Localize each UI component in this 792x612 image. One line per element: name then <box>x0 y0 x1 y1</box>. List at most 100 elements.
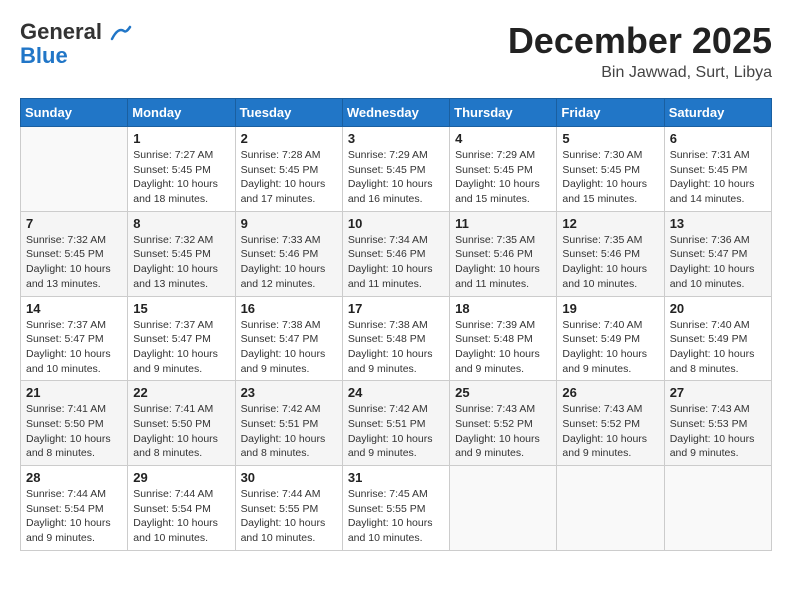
day-info: Sunrise: 7:40 AM Sunset: 5:49 PM Dayligh… <box>562 318 658 377</box>
title-block: December 2025 Bin Jawwad, Surt, Libya <box>508 20 772 82</box>
day-info: Sunrise: 7:42 AM Sunset: 5:51 PM Dayligh… <box>348 402 444 461</box>
day-info: Sunrise: 7:43 AM Sunset: 5:52 PM Dayligh… <box>562 402 658 461</box>
col-header-friday: Friday <box>557 99 664 127</box>
day-number: 17 <box>348 301 444 316</box>
day-info: Sunrise: 7:34 AM Sunset: 5:46 PM Dayligh… <box>348 233 444 292</box>
calendar-cell: 2Sunrise: 7:28 AM Sunset: 5:45 PM Daylig… <box>235 127 342 212</box>
day-number: 16 <box>241 301 337 316</box>
calendar-cell: 9 Sunrise: 7:33 AM Sunset: 5:46 PM Daylig… <box>235 211 342 296</box>
col-header-wednesday: Wednesday <box>342 99 449 127</box>
day-info: Sunrise: 7:31 AM Sunset: 5:45 PM Dayligh… <box>670 148 766 207</box>
logo-bird-icon <box>110 25 132 41</box>
calendar-cell: 30 Sunrise: 7:44 AM Sunset: 5:55 PM Dayli… <box>235 466 342 551</box>
calendar-cell: 20 Sunrise: 7:40 AM Sunset: 5:49 PM Dayli… <box>664 296 771 381</box>
calendar-cell: 16 Sunrise: 7:38 AM Sunset: 5:47 PM Dayli… <box>235 296 342 381</box>
day-info: Sunrise: 7:43 AM Sunset: 5:52 PM Dayligh… <box>455 402 551 461</box>
logo: General Blue <box>20 20 132 68</box>
calendar-cell: 25 Sunrise: 7:43 AM Sunset: 5:52 PM Dayli… <box>450 381 557 466</box>
calendar-week-row: 21 Sunrise: 7:41 AM Sunset: 5:50 PM Dayli… <box>21 381 772 466</box>
day-info: Sunrise: 7:36 AM Sunset: 5:47 PM Dayligh… <box>670 233 766 292</box>
day-number: 24 <box>348 385 444 400</box>
calendar-cell: 15 Sunrise: 7:37 AM Sunset: 5:47 PM Dayli… <box>128 296 235 381</box>
day-info: Sunrise: 7:44 AM Sunset: 5:54 PM Dayligh… <box>26 487 122 546</box>
calendar-cell: 29 Sunrise: 7:44 AM Sunset: 5:54 PM Dayli… <box>128 466 235 551</box>
day-number: 18 <box>455 301 551 316</box>
day-number: 1 <box>133 131 229 146</box>
day-info: Sunrise: 7:43 AM Sunset: 5:53 PM Dayligh… <box>670 402 766 461</box>
day-number: 22 <box>133 385 229 400</box>
calendar-week-row: 1 Sunrise: 7:27 AM Sunset: 5:45 PM Daylig… <box>21 127 772 212</box>
calendar-cell: 13 Sunrise: 7:36 AM Sunset: 5:47 PM Dayli… <box>664 211 771 296</box>
calendar-cell: 23 Sunrise: 7:42 AM Sunset: 5:51 PM Dayli… <box>235 381 342 466</box>
day-number: 7 <box>26 216 122 231</box>
day-info: Sunrise: 7:42 AM Sunset: 5:51 PM Dayligh… <box>241 402 337 461</box>
calendar-cell: 6 Sunrise: 7:31 AM Sunset: 5:45 PM Daylig… <box>664 127 771 212</box>
day-number: 30 <box>241 470 337 485</box>
day-number: 26 <box>562 385 658 400</box>
col-header-saturday: Saturday <box>664 99 771 127</box>
day-number: 29 <box>133 470 229 485</box>
day-number: 25 <box>455 385 551 400</box>
day-number: 5 <box>562 131 658 146</box>
calendar-cell: 21 Sunrise: 7:41 AM Sunset: 5:50 PM Dayli… <box>21 381 128 466</box>
day-info: Sunrise: 7:40 AM Sunset: 5:49 PM Dayligh… <box>670 318 766 377</box>
calendar-cell: 19Sunrise: 7:40 AM Sunset: 5:49 PM Dayli… <box>557 296 664 381</box>
day-info: Sunrise: 7:44 AM Sunset: 5:54 PM Dayligh… <box>133 487 229 546</box>
calendar-cell: 7 Sunrise: 7:32 AM Sunset: 5:45 PM Daylig… <box>21 211 128 296</box>
calendar-cell: 10 Sunrise: 7:34 AM Sunset: 5:46 PM Dayli… <box>342 211 449 296</box>
day-info: Sunrise: 7:29 AM Sunset: 5:45 PM Dayligh… <box>455 148 551 207</box>
day-number: 3 <box>348 131 444 146</box>
day-number: 12 <box>562 216 658 231</box>
logo-general: General <box>20 19 102 44</box>
calendar-cell: 5Sunrise: 7:30 AM Sunset: 5:45 PM Daylig… <box>557 127 664 212</box>
col-header-tuesday: Tuesday <box>235 99 342 127</box>
day-number: 13 <box>670 216 766 231</box>
month-title: December 2025 <box>508 20 772 62</box>
logo-blue: Blue <box>20 44 132 68</box>
calendar-cell <box>21 127 128 212</box>
day-number: 21 <box>26 385 122 400</box>
day-info: Sunrise: 7:27 AM Sunset: 5:45 PM Dayligh… <box>133 148 229 207</box>
calendar-cell: 28 Sunrise: 7:44 AM Sunset: 5:54 PM Dayli… <box>21 466 128 551</box>
day-number: 6 <box>670 131 766 146</box>
calendar-header-row: SundayMondayTuesdayWednesdayThursdayFrid… <box>21 99 772 127</box>
col-header-monday: Monday <box>128 99 235 127</box>
day-number: 31 <box>348 470 444 485</box>
day-number: 4 <box>455 131 551 146</box>
day-info: Sunrise: 7:41 AM Sunset: 5:50 PM Dayligh… <box>26 402 122 461</box>
day-info: Sunrise: 7:45 AM Sunset: 5:55 PM Dayligh… <box>348 487 444 546</box>
day-info: Sunrise: 7:44 AM Sunset: 5:55 PM Dayligh… <box>241 487 337 546</box>
day-info: Sunrise: 7:28 AM Sunset: 5:45 PM Dayligh… <box>241 148 337 207</box>
day-number: 20 <box>670 301 766 316</box>
calendar-cell: 8Sunrise: 7:32 AM Sunset: 5:45 PM Daylig… <box>128 211 235 296</box>
calendar-cell: 4 Sunrise: 7:29 AM Sunset: 5:45 PM Daylig… <box>450 127 557 212</box>
day-number: 23 <box>241 385 337 400</box>
col-header-thursday: Thursday <box>450 99 557 127</box>
calendar-cell: 24 Sunrise: 7:42 AM Sunset: 5:51 PM Dayli… <box>342 381 449 466</box>
day-info: Sunrise: 7:35 AM Sunset: 5:46 PM Dayligh… <box>562 233 658 292</box>
calendar-cell: 12 Sunrise: 7:35 AM Sunset: 5:46 PM Dayli… <box>557 211 664 296</box>
day-number: 14 <box>26 301 122 316</box>
day-info: Sunrise: 7:33 AM Sunset: 5:46 PM Dayligh… <box>241 233 337 292</box>
calendar-cell: 27Sunrise: 7:43 AM Sunset: 5:53 PM Dayli… <box>664 381 771 466</box>
calendar-cell <box>664 466 771 551</box>
col-header-sunday: Sunday <box>21 99 128 127</box>
day-info: Sunrise: 7:38 AM Sunset: 5:47 PM Dayligh… <box>241 318 337 377</box>
day-number: 15 <box>133 301 229 316</box>
calendar-cell: 18 Sunrise: 7:39 AM Sunset: 5:48 PM Dayli… <box>450 296 557 381</box>
day-info: Sunrise: 7:37 AM Sunset: 5:47 PM Dayligh… <box>133 318 229 377</box>
day-info: Sunrise: 7:39 AM Sunset: 5:48 PM Dayligh… <box>455 318 551 377</box>
day-info: Sunrise: 7:37 AM Sunset: 5:47 PM Dayligh… <box>26 318 122 377</box>
day-number: 28 <box>26 470 122 485</box>
location-subtitle: Bin Jawwad, Surt, Libya <box>508 64 772 82</box>
day-info: Sunrise: 7:32 AM Sunset: 5:45 PM Dayligh… <box>26 233 122 292</box>
calendar-cell: 11Sunrise: 7:35 AM Sunset: 5:46 PM Dayli… <box>450 211 557 296</box>
day-number: 10 <box>348 216 444 231</box>
day-info: Sunrise: 7:38 AM Sunset: 5:48 PM Dayligh… <box>348 318 444 377</box>
day-info: Sunrise: 7:29 AM Sunset: 5:45 PM Dayligh… <box>348 148 444 207</box>
day-number: 8 <box>133 216 229 231</box>
day-number: 9 <box>241 216 337 231</box>
calendar-week-row: 7 Sunrise: 7:32 AM Sunset: 5:45 PM Daylig… <box>21 211 772 296</box>
calendar-week-row: 28 Sunrise: 7:44 AM Sunset: 5:54 PM Dayli… <box>21 466 772 551</box>
day-number: 11 <box>455 216 551 231</box>
